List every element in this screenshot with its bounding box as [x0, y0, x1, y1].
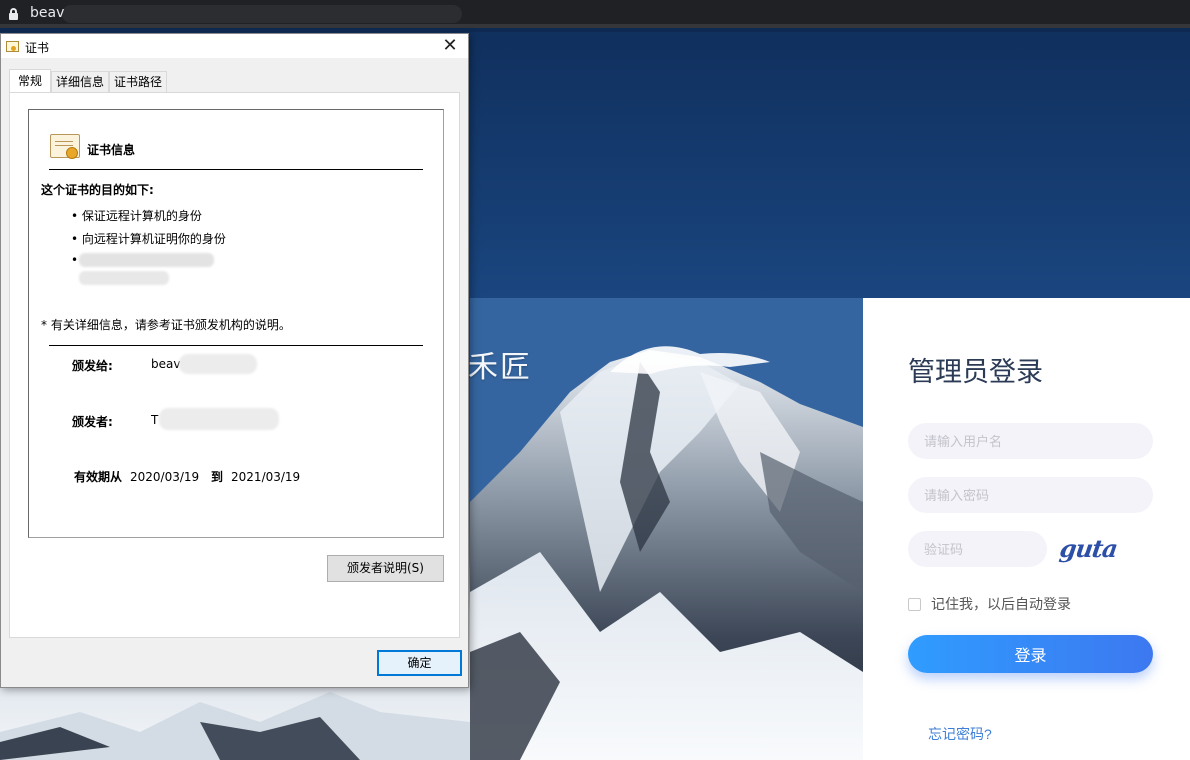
certificate-info-title: 证书信息 [87, 143, 136, 157]
purpose-item: • 保证远程计算机的身份 [71, 209, 202, 223]
login-panel: 管理员登录 guta 记住我，以后自动登录 登录 忘记密码? [863, 298, 1190, 760]
brand-slogan: 禾匠 [468, 351, 532, 384]
browser-address-bar[interactable]: beav [0, 0, 1190, 28]
username-input[interactable] [908, 423, 1153, 459]
certificate-dialog: 证书 ✕ 常规 详细信息 证书路径 证书信息 这个证书的目的如下: • 保证远程… [0, 33, 469, 688]
tab-general[interactable]: 常规 [9, 69, 52, 93]
purpose-heading: 这个证书的目的如下: [41, 183, 154, 197]
url-redacted-region [62, 5, 462, 23]
certificate-icon [6, 41, 19, 52]
validity-period: 有效期从 2020/03/19 到 2021/03/19 [74, 468, 300, 485]
divider [49, 169, 423, 170]
forgot-password-link[interactable]: 忘记密码? [928, 724, 992, 744]
issued-to-value: beav [151, 357, 181, 371]
validity-to-label: 到 [211, 470, 224, 484]
captcha-image[interactable]: guta [1058, 534, 1119, 563]
redacted-region [159, 408, 279, 430]
ok-button[interactable]: 确定 [377, 650, 462, 676]
remember-me-label[interactable]: 记住我，以后自动登录 [931, 594, 1071, 614]
url-text[interactable]: beav [30, 5, 64, 21]
redacted-region [79, 253, 214, 267]
valid-to: 2021/03/19 [231, 470, 301, 484]
close-icon[interactable]: ✕ [440, 36, 460, 56]
login-title: 管理员登录 [908, 357, 1043, 387]
password-input[interactable] [908, 477, 1153, 513]
issuer-statement-button[interactable]: 颁发者说明(S) [327, 555, 444, 582]
certificate-icon [50, 134, 80, 159]
general-tab-pane: 证书信息 这个证书的目的如下: • 保证远程计算机的身份 • 向远程计算机证明你… [9, 92, 460, 638]
lock-icon[interactable] [9, 8, 18, 20]
redacted-region [79, 271, 169, 285]
dialog-title: 证书 [25, 41, 50, 55]
remember-me-checkbox[interactable] [908, 597, 921, 611]
dialog-titlebar[interactable]: 证书 ✕ [1, 34, 468, 58]
remember-me-row[interactable]: 记住我，以后自动登录 [908, 594, 1071, 614]
purpose-item: • [71, 253, 79, 267]
login-button[interactable]: 登录 [908, 635, 1153, 673]
valid-from: 2020/03/19 [130, 470, 200, 484]
details-note: * 有关详细信息，请参考证书颁发机构的说明。 [41, 318, 291, 332]
divider [49, 345, 423, 346]
tab-details[interactable]: 详细信息 [51, 71, 110, 93]
redacted-region [179, 354, 257, 374]
certificate-info-box: 证书信息 这个证书的目的如下: • 保证远程计算机的身份 • 向远程计算机证明你… [28, 109, 444, 538]
captcha-input[interactable] [908, 531, 1047, 567]
dialog-tabs: 常规 详细信息 证书路径 [9, 69, 168, 93]
issued-by-label: 颁发者: [72, 415, 113, 429]
validity-label: 有效期从 [74, 470, 123, 484]
issued-to-label: 颁发给: [72, 359, 113, 373]
tab-certification-path[interactable]: 证书路径 [109, 71, 168, 93]
issued-by-value: T [151, 413, 159, 427]
purpose-item: • 向远程计算机证明你的身份 [71, 232, 226, 246]
